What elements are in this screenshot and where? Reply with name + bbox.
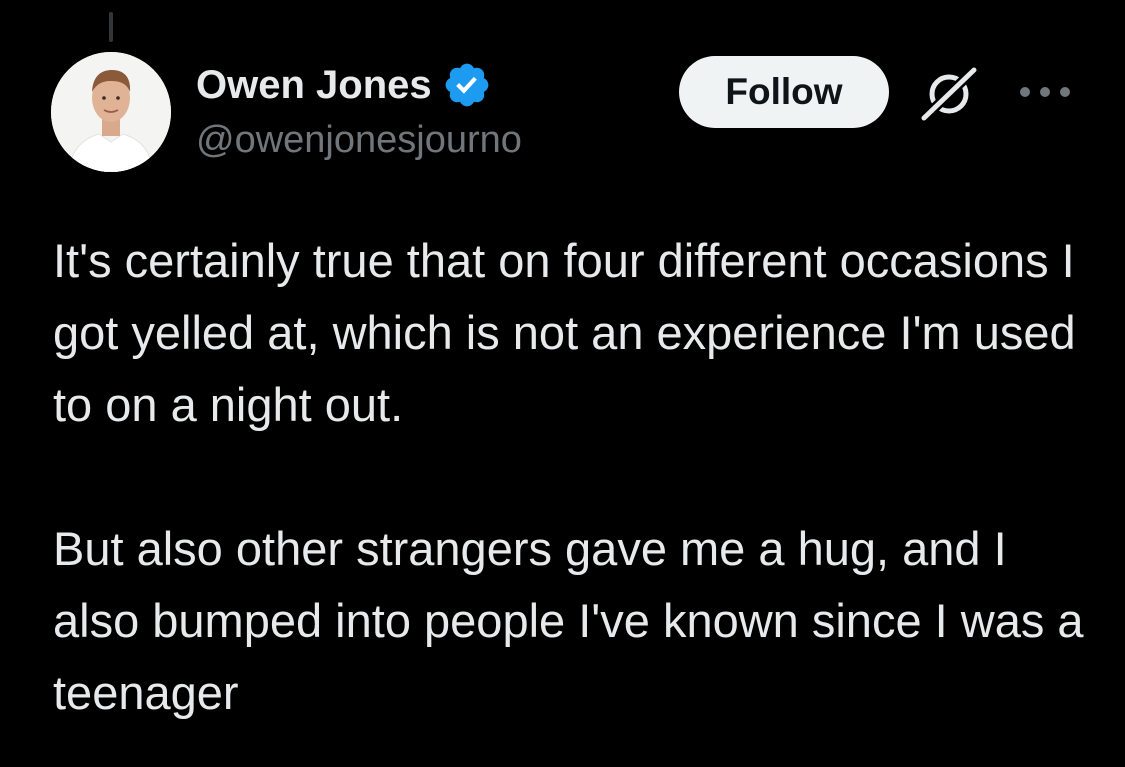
tweet-text: It's certainly true that on four differe…	[53, 225, 1103, 729]
author-name-row: Owen Jones	[196, 60, 492, 110]
verified-badge-icon[interactable]	[442, 60, 492, 110]
thread-connector-line	[109, 12, 113, 42]
avatar[interactable]	[51, 52, 171, 172]
grok-icon[interactable]	[918, 65, 980, 123]
tweet-paragraph: But also other strangers gave me a hug, …	[53, 522, 1084, 719]
avatar-photo	[51, 52, 171, 172]
follow-button[interactable]: Follow	[679, 56, 889, 128]
author-handle[interactable]: @owenjonesjourno	[196, 119, 522, 162]
author-display-name[interactable]: Owen Jones	[196, 63, 432, 108]
more-options-icon[interactable]	[1020, 81, 1070, 103]
more-dot	[1020, 87, 1030, 97]
more-dot	[1040, 87, 1050, 97]
tweet-paragraph: It's certainly true that on four differe…	[53, 234, 1076, 431]
more-dot	[1060, 87, 1070, 97]
